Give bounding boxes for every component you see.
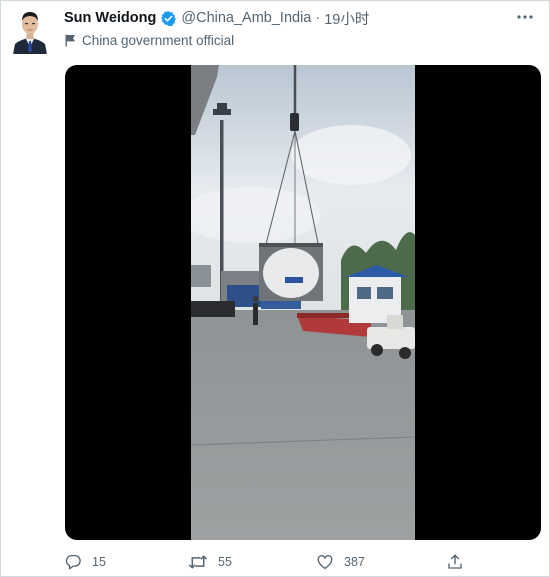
tweet-time[interactable]: 19小时 (324, 8, 369, 29)
tweet-actions: 15 55 387 (64, 551, 469, 573)
tweet-card[interactable]: Sun Weidong @China_Amb_India · 19小时 Chin… (0, 0, 550, 577)
tweet-header: Sun Weidong @China_Amb_India · 19小时 (64, 8, 539, 28)
verified-badge-icon (160, 10, 177, 27)
like-count: 387 (344, 555, 365, 569)
government-label-text: China government official (82, 32, 235, 48)
share-button[interactable] (446, 551, 474, 573)
avatar[interactable] (11, 6, 49, 54)
retweet-icon (188, 553, 208, 571)
separator-dot: · (315, 10, 321, 26)
reply-button[interactable]: 15 (64, 551, 106, 573)
like-icon (316, 553, 334, 571)
retweet-count: 55 (218, 555, 232, 569)
retweet-button[interactable]: 55 (188, 551, 232, 573)
author-handle[interactable]: @China_Amb_India (181, 10, 311, 26)
video-frame (191, 65, 415, 540)
flag-icon (65, 34, 76, 47)
more-icon (517, 15, 533, 19)
like-button[interactable]: 387 (316, 551, 365, 573)
author-name[interactable]: Sun Weidong (64, 10, 156, 26)
reply-icon (64, 553, 82, 571)
tweet-video[interactable] (65, 65, 541, 540)
reply-count: 15 (92, 555, 106, 569)
more-options-button[interactable] (513, 7, 537, 27)
government-label[interactable]: China government official (65, 31, 234, 49)
share-icon (446, 553, 464, 571)
